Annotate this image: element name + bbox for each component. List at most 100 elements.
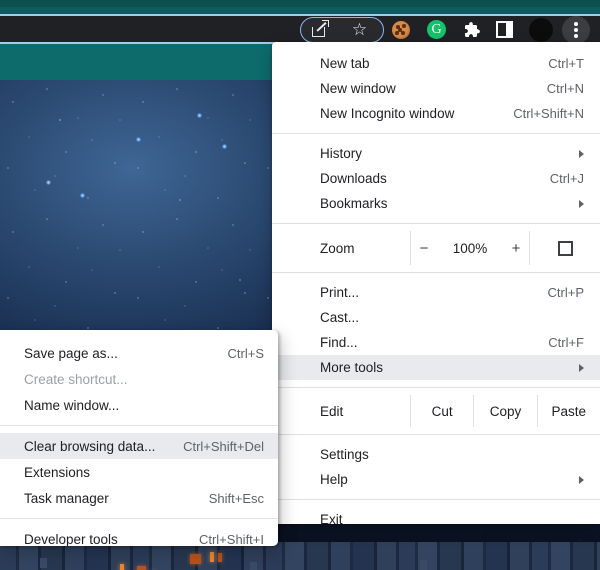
profile-avatar-icon[interactable]: [529, 18, 553, 42]
submenu-item-shortcut: Ctrl+S: [227, 345, 264, 361]
building-row-far: [0, 542, 600, 570]
submenu-item-create-shortcut: Create shortcut...: [0, 366, 278, 392]
chevron-right-icon: [579, 475, 584, 484]
chrome-main-menu: New tab Ctrl+T New window Ctrl+N New Inc…: [272, 42, 600, 524]
zoom-level-value: 100%: [452, 240, 488, 256]
submenu-item-clear-browsing-data[interactable]: Clear browsing data... Ctrl+Shift+Del: [0, 433, 278, 459]
menu-item-label: Exit: [320, 512, 343, 524]
submenu-item-developer-tools[interactable]: Developer tools Ctrl+Shift+I: [0, 526, 278, 547]
bright-star: [197, 113, 202, 118]
submenu-item-label: Task manager: [24, 490, 109, 506]
menu-item-cast[interactable]: Cast...: [272, 305, 600, 330]
edit-cut-button[interactable]: Cut: [410, 395, 473, 427]
submenu-item-name-window[interactable]: Name window...: [0, 392, 278, 418]
submenu-item-label: Save page as...: [24, 345, 118, 361]
submenu-item-label: Create shortcut...: [24, 371, 128, 387]
submenu-item-shortcut: Ctrl+Shift+I: [198, 531, 264, 547]
menu-item-more-tools[interactable]: More tools: [272, 355, 600, 380]
menu-item-label: New window: [320, 81, 396, 96]
fullscreen-corner: [564, 247, 573, 256]
lit-window: [210, 552, 214, 562]
menu-separator: [272, 434, 600, 435]
share-icon[interactable]: [312, 20, 329, 37]
grammarly-extension-icon[interactable]: G: [427, 20, 446, 39]
menu-separator: [272, 272, 600, 273]
menu-item-downloads[interactable]: Downloads Ctrl+J: [272, 166, 600, 191]
submenu-item-label: Clear browsing data...: [24, 438, 156, 454]
menu-item-new-window[interactable]: New window Ctrl+N: [272, 76, 600, 101]
menu-separator: [272, 223, 600, 224]
menu-item-label: New tab: [320, 56, 370, 71]
edit-paste-button[interactable]: Paste: [536, 395, 600, 427]
lit-window: [120, 564, 124, 570]
menu-item-shortcut: Ctrl+T: [548, 56, 584, 71]
submenu-separator: [0, 518, 278, 519]
dark-window: [250, 562, 257, 570]
menu-item-history[interactable]: History: [272, 141, 600, 166]
submenu-item-save-page-as[interactable]: Save page as... Ctrl+S: [0, 340, 278, 366]
bright-star: [136, 137, 141, 142]
menu-item-new-incognito-window[interactable]: New Incognito window Ctrl+Shift+N: [272, 101, 600, 126]
share-icon-arrow: [317, 20, 329, 32]
chevron-right-icon: [579, 199, 584, 208]
three-dot-menu-icon[interactable]: [562, 16, 590, 44]
menu-item-label: Cast...: [320, 310, 360, 325]
menu-item-label: Print...: [320, 285, 360, 300]
menu-item-new-tab[interactable]: New tab Ctrl+T: [272, 51, 600, 76]
submenu-separator: [0, 425, 278, 426]
zoom-in-button[interactable]: +: [507, 240, 525, 257]
fullscreen-icon: [557, 240, 573, 256]
menu-item-settings[interactable]: Settings: [272, 442, 600, 467]
edit-copy-button[interactable]: Copy: [473, 395, 536, 427]
menu-separator: [272, 133, 600, 134]
submenu-item-label: Name window...: [24, 397, 120, 413]
zoom-label: Zoom: [320, 240, 355, 256]
submenu-item-task-manager[interactable]: Task manager Shift+Esc: [0, 485, 278, 511]
menu-item-label: History: [320, 146, 363, 161]
menu-row-edit: Edit Cut Copy Paste: [272, 395, 600, 427]
edit-label: Edit: [320, 403, 344, 419]
menu-item-label: New Incognito window: [320, 106, 455, 121]
submenu-item-shortcut: Ctrl+Shift+Del: [183, 438, 264, 454]
submenu-item-extensions[interactable]: Extensions: [0, 459, 278, 485]
dark-window: [40, 558, 47, 568]
menu-item-label: Settings: [320, 447, 369, 462]
menu-item-label: More tools: [320, 360, 384, 375]
menu-separator: [272, 499, 600, 500]
menu-item-shortcut: Ctrl+Shift+N: [513, 106, 584, 121]
submenu-item-shortcut: Shift+Esc: [208, 490, 264, 506]
menu-item-shortcut: Ctrl+J: [549, 171, 584, 186]
bookmark-star-icon[interactable]: ☆: [351, 21, 368, 38]
side-panel-icon[interactable]: [496, 21, 513, 38]
menu-dot: [574, 22, 578, 26]
menu-item-help[interactable]: Help: [272, 467, 600, 492]
menu-item-print[interactable]: Print... Ctrl+P: [272, 280, 600, 305]
tab-strip-inner: [0, 7, 600, 14]
cookie-chip: [401, 31, 405, 35]
extensions-puzzle-icon[interactable]: [461, 20, 481, 40]
menu-item-exit[interactable]: Exit: [272, 507, 600, 524]
lit-window: [137, 566, 146, 570]
menu-item-bookmarks[interactable]: Bookmarks: [272, 191, 600, 216]
fullscreen-button[interactable]: [530, 231, 600, 265]
cookie-chip: [402, 24, 406, 28]
menu-top-pad: [272, 42, 600, 51]
menu-row-zoom: Zoom − 100% +: [272, 231, 600, 265]
lit-window: [190, 554, 201, 564]
menu-item-label: Bookmarks: [320, 196, 388, 211]
menu-item-label: Help: [320, 472, 348, 487]
chevron-right-icon: [579, 149, 584, 158]
menu-item-label: Find...: [320, 335, 358, 350]
zoom-out-button[interactable]: −: [415, 240, 433, 257]
cookie-chip: [398, 28, 402, 32]
tab-strip: [0, 0, 600, 14]
menu-dot: [574, 34, 578, 38]
menu-item-shortcut: Ctrl+P: [547, 285, 584, 300]
bright-star: [222, 144, 227, 149]
menu-item-label: Downloads: [320, 171, 387, 186]
cookie-icon[interactable]: [392, 21, 410, 39]
menu-item-find[interactable]: Find... Ctrl+F: [272, 330, 600, 355]
more-tools-submenu: Save page as... Ctrl+S Create shortcut..…: [0, 330, 278, 546]
menu-item-shortcut: Ctrl+F: [548, 335, 584, 350]
city-skyline: [0, 542, 600, 570]
